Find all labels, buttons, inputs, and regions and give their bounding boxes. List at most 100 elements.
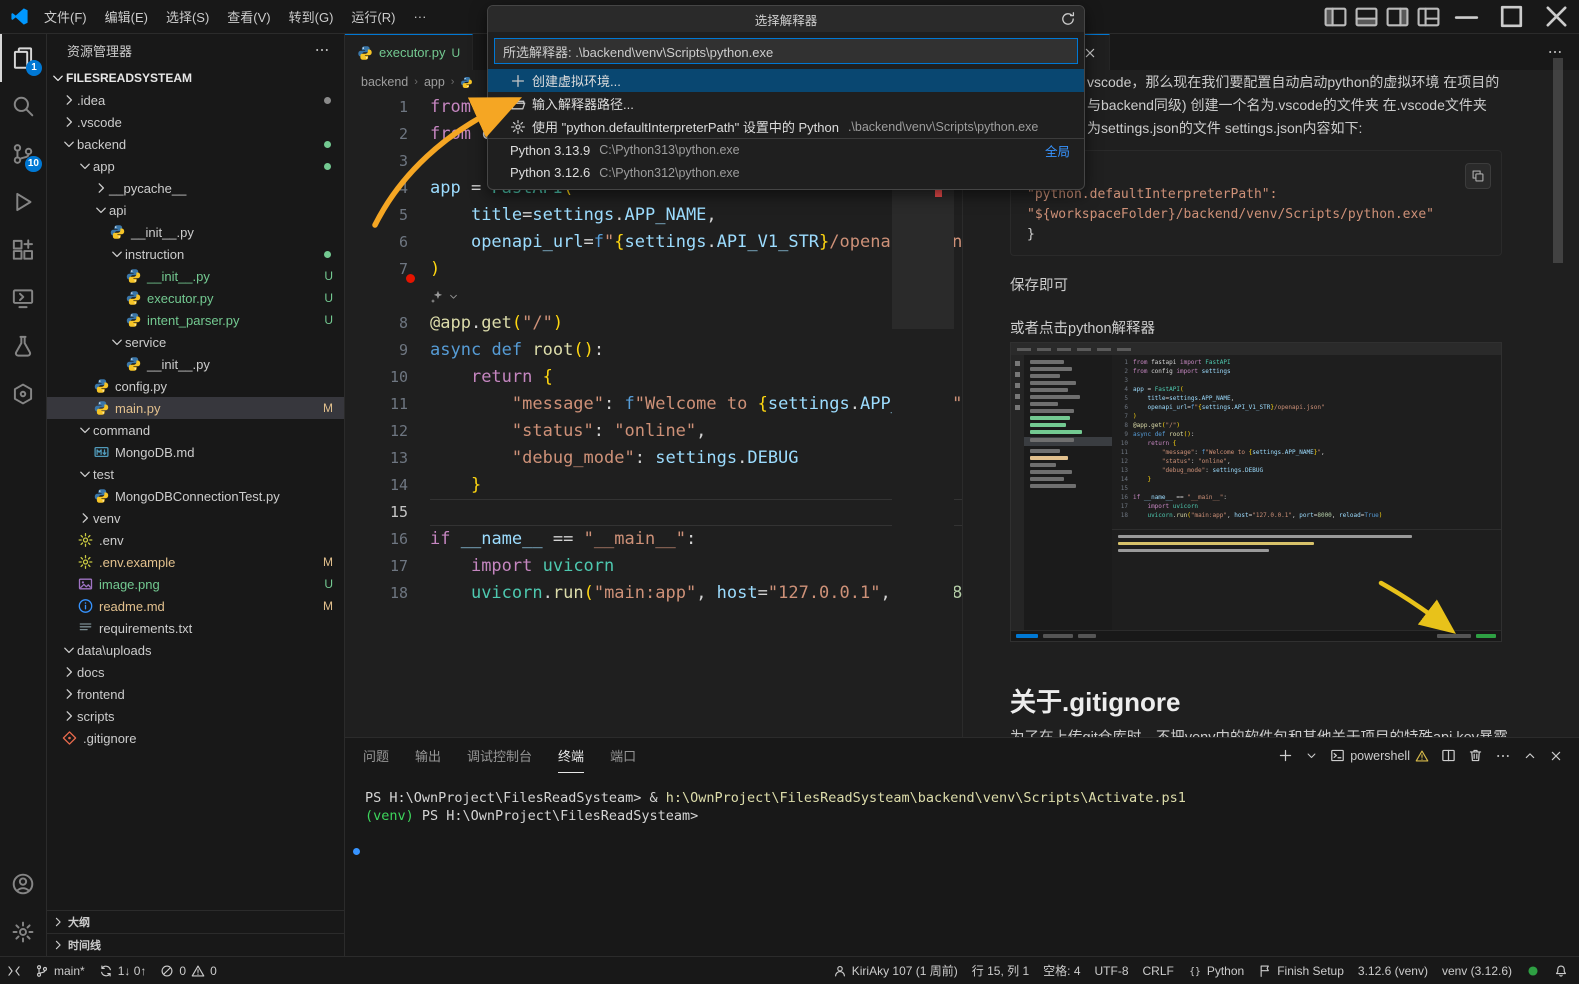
breadcrumb-item[interactable]: backend (361, 75, 408, 89)
outline-section[interactable]: 大纲 (47, 910, 344, 933)
preview-scrollbar[interactable] (1553, 58, 1563, 263)
statusbar-item-crlf[interactable]: CRLF (1136, 957, 1181, 984)
menubar-item[interactable]: 选择(S) (157, 3, 218, 30)
code-line[interactable]: 9async def root(): (345, 337, 962, 364)
statusbar-item-utf-8[interactable]: UTF-8 (1088, 957, 1136, 984)
tree-item-image.png[interactable]: image.pngU (47, 573, 344, 595)
menubar-item[interactable]: 文件(F) (35, 3, 96, 30)
tree-item-backend[interactable]: backend (47, 133, 344, 155)
toggle-sidebar-icon[interactable] (1320, 4, 1351, 30)
activitybar-explorer[interactable]: 1 (0, 34, 46, 82)
maximize-panel-icon[interactable] (1523, 749, 1537, 763)
code-line[interactable]: 12 "status": "online", (345, 418, 962, 445)
split-terminal-icon[interactable] (1441, 748, 1456, 763)
interpreter-input[interactable]: 所选解释器: .\backend\venv\Scripts\python.exe (494, 38, 1078, 64)
menubar-item[interactable]: 转到(G) (280, 3, 343, 30)
code-line[interactable]: 5 title=settings.APP_NAME, (345, 202, 962, 229)
tree-item-__pycache__[interactable]: __pycache__ (47, 177, 344, 199)
tree-item-.env.example[interactable]: .env.exampleM (47, 551, 344, 573)
activitybar-remote-explorer[interactable] (0, 274, 46, 322)
activitybar-source-control[interactable]: 10 (0, 130, 46, 178)
quickpick-item-0[interactable]: 创建虚拟环境... (488, 69, 1084, 92)
tree-item-main.py[interactable]: main.pyM (47, 397, 344, 419)
code-line[interactable]: 7) (345, 256, 962, 283)
panel-tab-终端[interactable]: 终端 (558, 738, 584, 773)
tree-item-mongodbconnectiontest.py[interactable]: MongoDBConnectionTest.py (47, 485, 344, 507)
toggle-secondary-sidebar-icon[interactable] (1382, 4, 1413, 30)
refresh-icon[interactable] (1060, 11, 1076, 27)
code-line[interactable]: 6 openapi_url=f"{settings.API_V1_STR}/op… (345, 229, 962, 256)
tree-item-instruction[interactable]: instruction (47, 243, 344, 265)
panel-tab-输出[interactable]: 输出 (415, 738, 441, 773)
copy-code-button[interactable] (1465, 163, 1491, 189)
terminal[interactable]: PS H:\OwnProject\FilesReadSysteam> & h:\… (345, 773, 1579, 825)
tree-item-__init__.py[interactable]: __init__.py (47, 221, 344, 243)
statusbar-item-venv-3-12-6-[interactable]: venv (3.12.6) (1435, 957, 1519, 984)
menubar-item[interactable]: 编辑(E) (96, 3, 157, 30)
tree-item-api[interactable]: api (47, 199, 344, 221)
problems-item[interactable]: 0 0 (153, 957, 223, 984)
panel-tab-问题[interactable]: 问题 (363, 738, 389, 773)
code-line[interactable]: 18 uvicorn.run("main:app", host="127.0.0… (345, 580, 962, 607)
copilot-sparkle-icon[interactable] (430, 289, 445, 304)
statusbar-item--15-1[interactable]: 行 15, 列 1 (965, 957, 1036, 984)
code-line[interactable]: 15 (345, 499, 962, 526)
code-line[interactable]: 16if __name__ == "__main__": (345, 526, 962, 553)
close-window-button[interactable] (1534, 0, 1579, 33)
panel-tab-端口[interactable]: 端口 (610, 738, 636, 773)
tree-item-readme.md[interactable]: readme.mdM (47, 595, 344, 617)
menubar-item[interactable]: 查看(V) (218, 3, 279, 30)
tree-item-.vscode[interactable]: .vscode (47, 111, 344, 133)
terminal-instance-item[interactable]: powershell (1330, 748, 1429, 763)
chevron-down-icon[interactable] (1305, 749, 1318, 762)
tree-item-mongodb.md[interactable]: MongoDB.md (47, 441, 344, 463)
code-line[interactable]: 13 "debug_mode": settings.DEBUG (345, 445, 962, 472)
statusbar-item-finish-setup[interactable]: Finish Setup (1251, 957, 1351, 984)
tree-item-__init__.py[interactable]: __init__.py (47, 353, 344, 375)
tree-item-app[interactable]: app (47, 155, 344, 177)
close-icon[interactable] (1083, 46, 1097, 60)
menubar-item[interactable]: 运行(R) (342, 3, 404, 30)
statusbar-item-python[interactable]: {}Python (1181, 957, 1251, 984)
remote-indicator[interactable] (0, 957, 28, 984)
quickpick-item-4[interactable]: Python 3.12.6C:\Python312\python.exe (488, 161, 1084, 184)
maximize-button[interactable] (1489, 0, 1534, 33)
activitybar-search[interactable] (0, 82, 46, 130)
tree-item-venv[interactable]: venv (47, 507, 344, 529)
tree-item-service[interactable]: service (47, 331, 344, 353)
tree-item-intent_parser.py[interactable]: intent_parser.pyU (47, 309, 344, 331)
tree-item-.env[interactable]: .env (47, 529, 344, 551)
chevron-down-icon[interactable] (448, 291, 459, 302)
activitybar-testing[interactable] (0, 322, 46, 370)
tree-item-command[interactable]: command (47, 419, 344, 441)
sidebar-more-icon[interactable] (314, 42, 330, 58)
new-terminal-icon[interactable] (1278, 748, 1293, 763)
tree-item-test[interactable]: test (47, 463, 344, 485)
more-actions-icon[interactable] (1495, 748, 1511, 764)
quickpick-item-3[interactable]: Python 3.13.9C:\Python313\python.exe全局 (488, 138, 1084, 161)
code-editor[interactable]: 1from fastapi import FastAPI2from config… (345, 94, 962, 737)
activitybar-extensions[interactable] (0, 226, 46, 274)
code-line[interactable]: 14 } (345, 472, 962, 499)
tree-item-executor.py[interactable]: executor.pyU (47, 287, 344, 309)
quickpick-item-1[interactable]: 输入解释器路径... (488, 92, 1084, 115)
tree-item-.idea[interactable]: .idea (47, 89, 344, 111)
customize-layout-icon[interactable] (1413, 4, 1444, 30)
statusbar-item-3-12-6-venv-[interactable]: 3.12.6 (venv) (1351, 957, 1435, 984)
tree-item-__init__.py[interactable]: __init__.pyU (47, 265, 344, 287)
command-decoration-dot[interactable] (353, 848, 360, 855)
sync-changes-item[interactable]: 1↓ 0↑ (92, 957, 154, 984)
breakpoint-dot[interactable] (406, 274, 415, 283)
tab-executor-py[interactable]: executor.py U (345, 34, 473, 70)
toggle-panel-icon[interactable] (1351, 4, 1382, 30)
timeline-section[interactable]: 时间线 (47, 933, 344, 956)
statusbar-item[interactable] (1519, 957, 1547, 984)
breadcrumb-item[interactable]: app (424, 75, 445, 89)
tree-item-config.py[interactable]: config.py (47, 375, 344, 397)
tree-item-data-uploads[interactable]: data\uploads (47, 639, 344, 661)
panel-tab-调试控制台[interactable]: 调试控制台 (467, 738, 532, 773)
statusbar-item-kiriaky-107-1-[interactable]: KiriAky 107 (1 周前) (826, 957, 965, 984)
activitybar-run-debug[interactable] (0, 178, 46, 226)
workspace-section[interactable]: FILESREADSYSTEAM (47, 66, 344, 89)
activitybar-account[interactable] (0, 860, 46, 908)
